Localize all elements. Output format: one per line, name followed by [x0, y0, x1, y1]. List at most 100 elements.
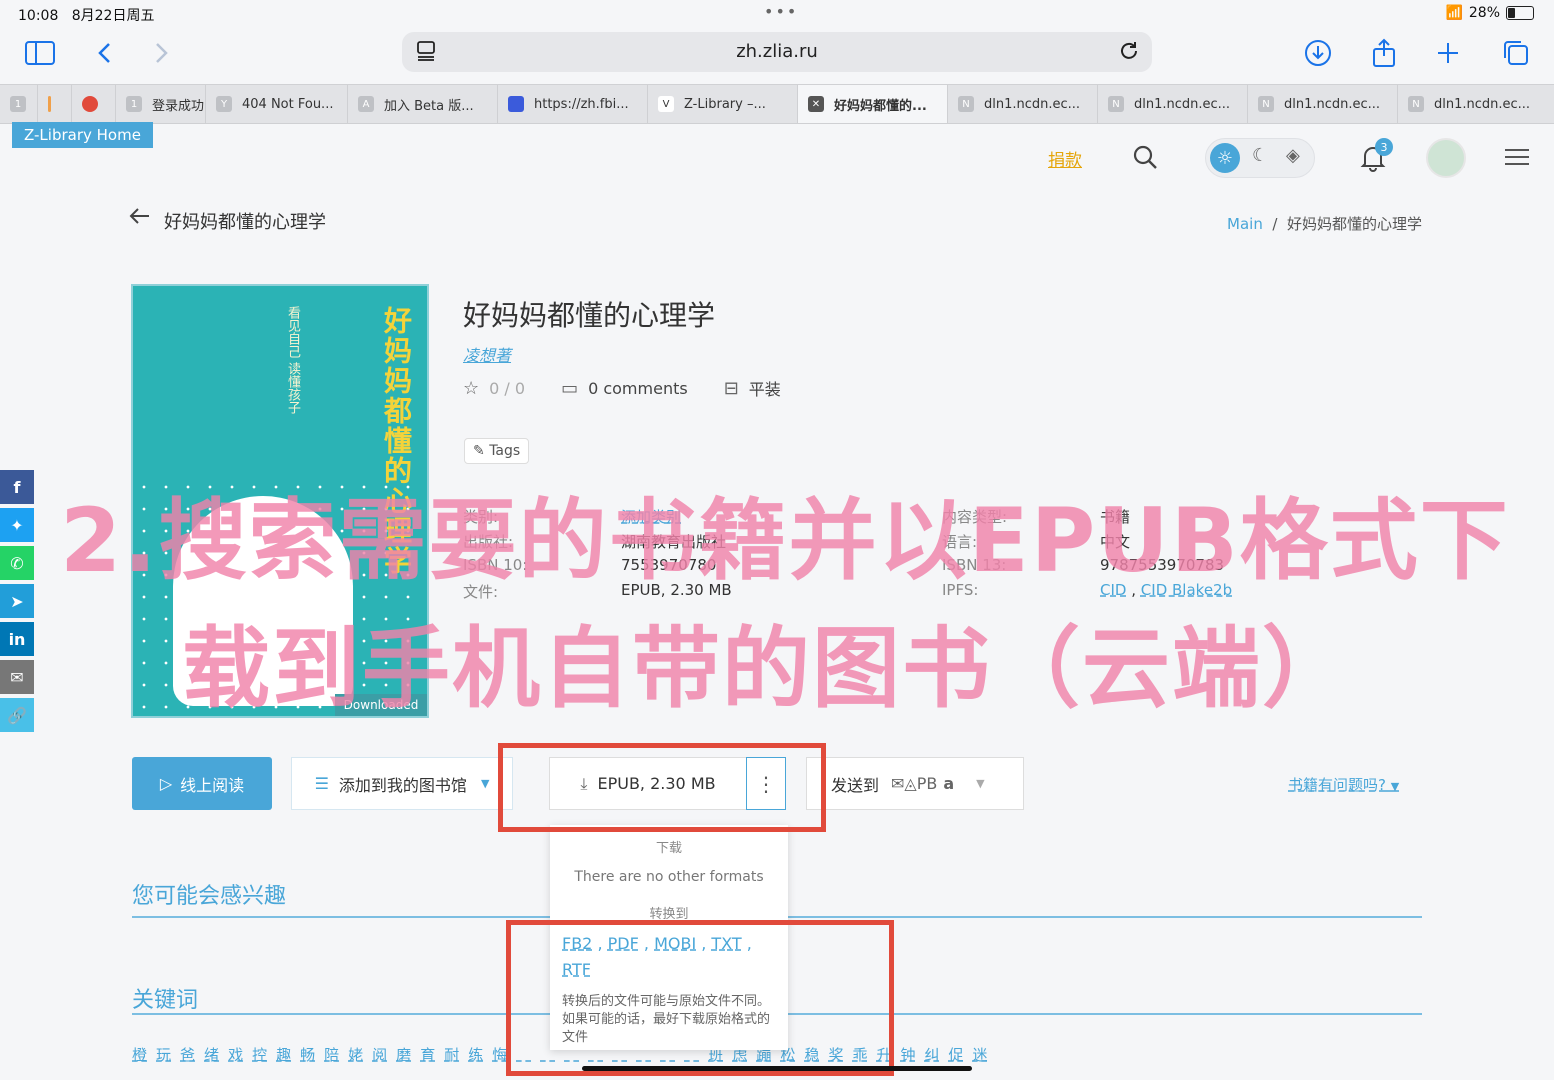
- keyword-link[interactable]: 纠: [925, 1046, 940, 1064]
- tab[interactable]: Y 404 Not Fou...: [206, 85, 348, 123]
- tab[interactable]: Ndln1.ncdn.ec...: [1248, 85, 1398, 123]
- status-bar: 10:08 8月22日周五 ••• 📶 28%: [0, 0, 1554, 28]
- section-keywords-title: 关键词: [132, 988, 199, 1013]
- keyword-link[interactable]: 陪: [324, 1046, 339, 1064]
- status-time: 10:08 8月22日周五: [18, 8, 155, 24]
- reload-icon[interactable]: [1118, 40, 1140, 66]
- keyword-link[interactable]: 悔: [492, 1046, 507, 1064]
- back-arrow-icon[interactable]: [128, 206, 150, 231]
- home-indicator: [582, 1066, 972, 1071]
- cover-subtitle: 看见自己 读懂孩子: [285, 306, 300, 415]
- caret-down-icon: ▼: [480, 777, 490, 790]
- tab[interactable]: V Z-Library –...: [648, 85, 798, 123]
- amazon-icon: a: [943, 774, 955, 793]
- overlay-annotation-line2: 载到手机自带的图书（云端）: [182, 617, 1353, 720]
- keyword-link[interactable]: 姥: [348, 1046, 363, 1064]
- tab[interactable]: Ndln1.ncdn.ec...: [1398, 85, 1554, 123]
- tab[interactable]: [38, 85, 72, 123]
- keyword-link[interactable]: 阅: [372, 1046, 387, 1064]
- binding: ⊟ 平装: [723, 377, 781, 400]
- tab[interactable]: 1 登录成功: [116, 85, 206, 123]
- add-to-library-button[interactable]: ☰ 添加到我的图书馆 ▼: [291, 757, 513, 810]
- book-binding-icon: ⊟: [723, 377, 739, 399]
- keyword-link[interactable]: 磨: [396, 1046, 411, 1064]
- report-problem-link[interactable]: 书籍有问题吗? ▼: [1288, 774, 1399, 795]
- keyword-link[interactable]: 控: [252, 1046, 267, 1064]
- back-icon[interactable]: [86, 36, 122, 70]
- keyword-link[interactable]: 耐: [444, 1046, 459, 1064]
- tab[interactable]: 1: [0, 85, 38, 123]
- wifi-icon: 📶: [1445, 5, 1463, 21]
- highlight-box-convert: [506, 920, 894, 1076]
- keyword-link[interactable]: 爸: [180, 1046, 195, 1064]
- battery-percent: 28%: [1468, 5, 1500, 21]
- keyword-link[interactable]: 练: [468, 1046, 483, 1064]
- breadcrumb-main[interactable]: Main: [1227, 215, 1263, 233]
- close-tab-icon: ✕: [808, 96, 824, 112]
- keyword-link[interactable]: 戏: [228, 1046, 243, 1064]
- tab[interactable]: Ndln1.ncdn.ec...: [948, 85, 1098, 123]
- tab-strip: 1 1 登录成功 Y 404 Not Fou... A 加入 Beta 版... ht…: [0, 84, 1554, 124]
- hamburger-menu-icon[interactable]: [1504, 148, 1530, 170]
- tags-button[interactable]: ✎ Tags: [464, 438, 530, 464]
- paint-bucket-icon[interactable]: ◈: [1286, 145, 1300, 166]
- send-to-button[interactable]: 发送到 ✉ ◬ PB a ▼: [806, 757, 1024, 810]
- keyword-link[interactable]: 促: [949, 1046, 964, 1064]
- comment-icon: ▭: [561, 377, 579, 399]
- search-icon[interactable]: [1132, 144, 1158, 174]
- keyword-link[interactable]: 迷: [973, 1046, 988, 1064]
- email-icon[interactable]: ✉: [0, 660, 34, 694]
- tab[interactable]: Ndln1.ncdn.ec...: [1098, 85, 1248, 123]
- tab[interactable]: https://zh.fbi...: [498, 85, 648, 123]
- rating[interactable]: ☆ 0 / 0: [463, 378, 525, 399]
- keyword-link[interactable]: 绪: [204, 1046, 219, 1064]
- breadcrumb: Main / 好妈妈都懂的心理学: [1227, 215, 1422, 233]
- page-title: 好妈妈都懂的心理学: [164, 212, 326, 233]
- whatsapp-icon[interactable]: ✆: [0, 546, 34, 580]
- forward-icon[interactable]: [144, 36, 180, 70]
- link-icon[interactable]: 🔗: [0, 698, 34, 732]
- multitask-dots[interactable]: •••: [764, 2, 798, 21]
- telegram-icon[interactable]: ➤: [0, 584, 34, 618]
- play-icon: ▷: [159, 774, 173, 793]
- section-interest-title: 您可能会感兴趣: [132, 884, 287, 909]
- battery-icon: [1506, 6, 1534, 20]
- keyword-link[interactable]: 橙: [132, 1046, 147, 1064]
- keyword-link[interactable]: 钟: [901, 1046, 916, 1064]
- caret-down-icon: ▼: [1390, 780, 1400, 793]
- zlib-home-link[interactable]: Z-Library Home: [12, 122, 153, 148]
- share-icon[interactable]: [1366, 36, 1402, 70]
- theme-switcher[interactable]: ☼ ☾ ◈: [1205, 138, 1315, 178]
- book-title: 好妈妈都懂的心理学: [463, 299, 716, 332]
- avatar[interactable]: [1426, 138, 1466, 178]
- keyword-link[interactable]: 育: [420, 1046, 435, 1064]
- sun-icon[interactable]: ☼: [1210, 143, 1240, 173]
- keyword-link[interactable]: 玩: [156, 1046, 171, 1064]
- read-online-button[interactable]: ▷ 线上阅读: [132, 757, 272, 810]
- tab-active[interactable]: ✕ 好妈妈都懂的...: [798, 85, 948, 123]
- book-meta: ☆ 0 / 0 ▭ 0 comments ⊟ 平装: [463, 376, 817, 400]
- notification-badge: 3: [1375, 138, 1393, 156]
- twitter-icon[interactable]: ✦: [0, 508, 34, 542]
- sidebar-toggle-icon[interactable]: [22, 36, 58, 70]
- tab[interactable]: A 加入 Beta 版...: [348, 85, 498, 123]
- keyword-link[interactable]: 趣: [276, 1046, 291, 1064]
- new-tab-icon[interactable]: [1430, 36, 1466, 70]
- pencil-icon: ✎: [473, 443, 485, 459]
- moon-icon[interactable]: ☾: [1252, 145, 1268, 166]
- highlight-box-download: [498, 743, 826, 832]
- linkedin-icon[interactable]: in: [0, 622, 34, 656]
- library-icon: ☰: [314, 774, 329, 793]
- facebook-icon[interactable]: f: [0, 470, 34, 504]
- download-header: 下载: [655, 841, 682, 856]
- tab[interactable]: [72, 85, 116, 123]
- comments-link[interactable]: ▭ 0 comments: [561, 378, 688, 399]
- download-icon[interactable]: [1300, 36, 1336, 70]
- donate-link[interactable]: 捐款: [1048, 146, 1082, 171]
- keyword-link[interactable]: 畅: [300, 1046, 315, 1064]
- tab-overview-icon[interactable]: [1498, 36, 1534, 70]
- overlay-annotation-line1: 2.搜索需要的书籍并以EPUB格式下: [60, 489, 1510, 592]
- address-bar[interactable]: zh.zlia.ru: [402, 32, 1152, 72]
- mail-icon: ✉: [891, 774, 905, 793]
- book-author[interactable]: 凌想著: [463, 342, 511, 366]
